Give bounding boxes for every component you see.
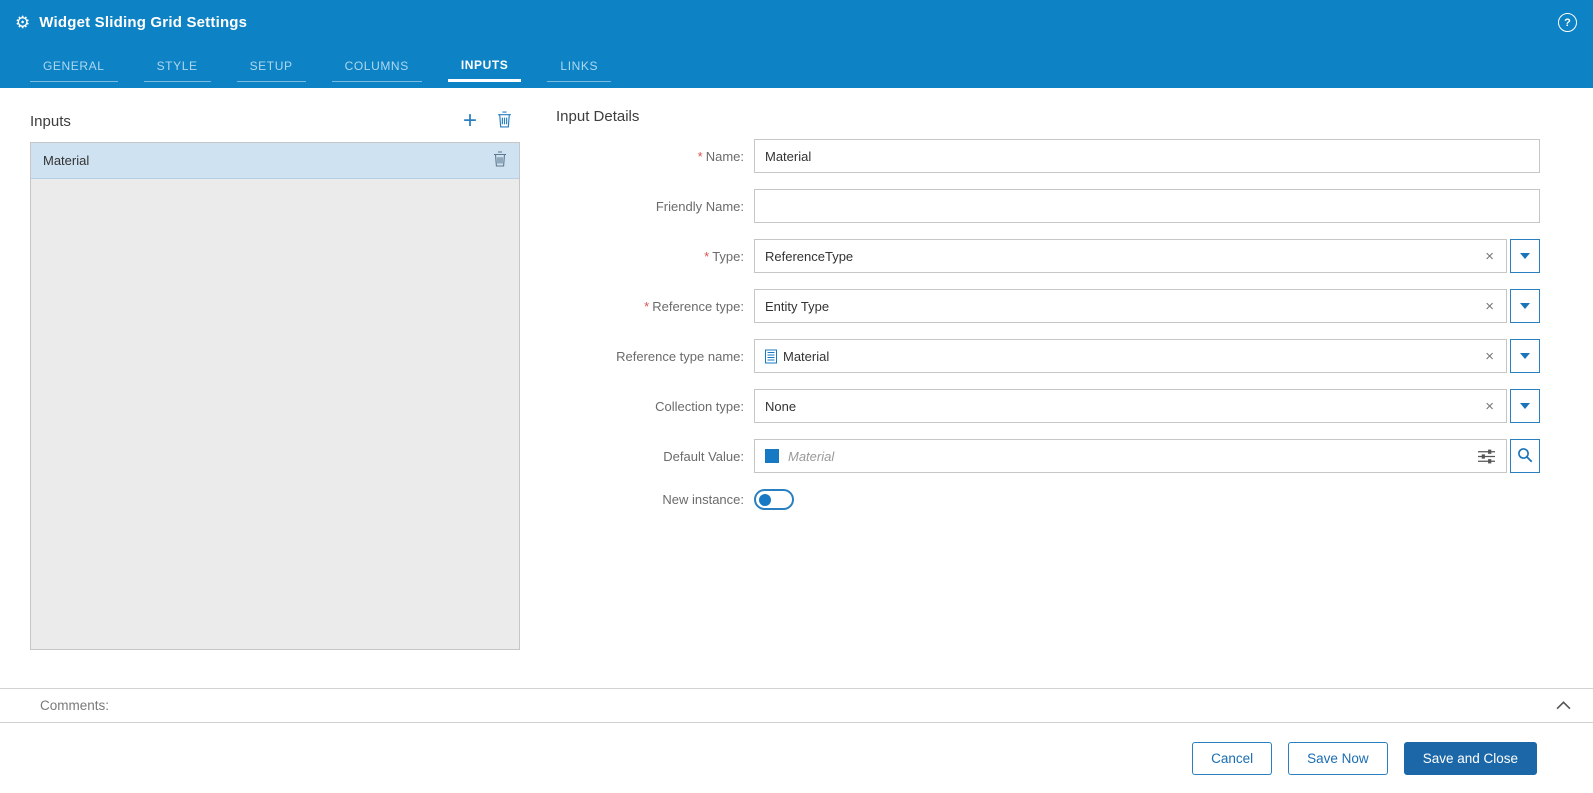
tab-bar: GENERAL STYLE SETUP COLUMNS INPUTS LINKS	[0, 44, 1593, 82]
reference-type-name-combo: Material ×	[754, 339, 1540, 373]
chevron-up-icon	[1556, 698, 1571, 713]
help-icon: ?	[1564, 16, 1571, 29]
filter-sliders-icon[interactable]	[1476, 449, 1497, 464]
form-row-reference-type: * Reference type: Entity Type ×	[556, 289, 1540, 323]
reference-type-combo-box[interactable]: Entity Type ×	[754, 289, 1507, 323]
default-value-placeholder: Material	[788, 448, 835, 464]
collection-type-combo-box[interactable]: None ×	[754, 389, 1507, 423]
tab-inputs[interactable]: INPUTS	[447, 50, 522, 82]
list-item-material[interactable]: Material	[31, 143, 519, 179]
label-text: Reference type name:	[616, 348, 744, 364]
label-text: Friendly Name:	[655, 198, 744, 214]
collection-type-combo: None ×	[754, 389, 1540, 423]
reference-type-dropdown-button[interactable]	[1510, 289, 1540, 323]
entity-type-swatch-icon	[765, 449, 779, 463]
save-now-button[interactable]: Save Now	[1288, 741, 1388, 775]
required-marker: *	[704, 248, 710, 264]
default-value-field[interactable]: Material	[754, 439, 1507, 473]
form-row-reference-type-name: Reference type name: Material ×	[556, 339, 1540, 373]
collection-type-value: None	[765, 398, 797, 414]
inputs-list: Material	[30, 142, 520, 650]
name-label: * Name:	[556, 149, 754, 164]
label-text: New instance:	[662, 492, 744, 507]
clear-icon[interactable]: ×	[1479, 399, 1500, 414]
chevron-down-icon	[1520, 253, 1530, 259]
collection-type-label: Collection type:	[556, 399, 754, 414]
trash-icon	[497, 111, 512, 131]
add-input-button[interactable]: +	[463, 109, 477, 133]
name-field[interactable]	[754, 139, 1540, 173]
trash-icon	[493, 151, 507, 170]
search-icon	[1517, 447, 1533, 466]
clear-icon[interactable]: ×	[1479, 349, 1500, 364]
tab-columns[interactable]: COLUMNS	[331, 50, 422, 82]
new-instance-toggle[interactable]	[754, 489, 794, 510]
list-item-label: Material	[43, 153, 90, 168]
reference-type-name-label: Reference type name:	[556, 349, 754, 364]
widget-settings-dialog: ⚙ Widget Sliding Grid Settings ? GENERAL…	[0, 0, 1593, 793]
collection-type-dropdown-button[interactable]	[1510, 389, 1540, 423]
entity-document-icon	[765, 349, 777, 364]
default-value-picker: Material	[754, 439, 1540, 473]
title-row: ⚙ Widget Sliding Grid Settings	[0, 0, 1593, 44]
label-text: Name:	[705, 148, 744, 164]
help-button[interactable]: ?	[1558, 13, 1577, 32]
search-entity-button[interactable]	[1510, 439, 1540, 473]
type-value: ReferenceType	[765, 248, 854, 264]
reference-type-name-value: Material	[783, 348, 830, 364]
chevron-down-icon	[1520, 353, 1530, 359]
comments-label: Comments:	[40, 698, 110, 713]
comments-bar: Comments:	[0, 688, 1593, 723]
clear-icon[interactable]: ×	[1479, 299, 1500, 314]
form-row-collection-type: Collection type: None ×	[556, 389, 1540, 423]
label-text: Reference type:	[652, 298, 744, 314]
form-row-friendly-name: Friendly Name:	[556, 189, 1540, 223]
dialog-header: ⚙ Widget Sliding Grid Settings ? GENERAL…	[0, 0, 1593, 88]
tab-setup[interactable]: SETUP	[236, 50, 306, 82]
toggle-knob	[759, 493, 771, 506]
main-content: Inputs + Material Input Details * Name: …	[0, 88, 1593, 688]
default-value-label: Default Value:	[556, 449, 754, 464]
inputs-panel-title: Inputs	[30, 112, 71, 130]
label-text: Default Value:	[663, 448, 744, 464]
inputs-panel-header: Inputs +	[30, 106, 520, 136]
form-row-new-instance: New instance:	[556, 489, 1540, 510]
form-row-name: * Name:	[556, 139, 1540, 173]
reference-type-value: Entity Type	[765, 298, 830, 314]
form-row-default-value: Default Value: Material	[556, 439, 1540, 473]
reference-type-name-combo-box[interactable]: Material ×	[754, 339, 1507, 373]
gear-icon: ⚙	[15, 12, 31, 32]
chevron-down-icon	[1520, 403, 1530, 409]
reference-type-name-dropdown-button[interactable]	[1510, 339, 1540, 373]
cancel-button[interactable]: Cancel	[1192, 741, 1273, 775]
reference-type-label: * Reference type:	[556, 299, 754, 314]
required-marker: *	[697, 148, 703, 164]
action-bar: Cancel Save Now Save and Close	[0, 723, 1593, 793]
inputs-panel: Inputs + Material	[30, 106, 520, 688]
friendly-name-field[interactable]	[754, 189, 1540, 223]
tab-links[interactable]: LINKS	[547, 50, 612, 82]
tab-general[interactable]: GENERAL	[30, 50, 118, 82]
dialog-title: Widget Sliding Grid Settings	[39, 13, 248, 31]
collapse-comments-button[interactable]	[1556, 698, 1571, 713]
type-combo: ReferenceType ×	[754, 239, 1540, 273]
tab-style[interactable]: STYLE	[143, 50, 211, 82]
chevron-down-icon	[1520, 303, 1530, 309]
required-marker: *	[644, 298, 650, 314]
input-details-title: Input Details	[556, 108, 640, 125]
reference-type-combo: Entity Type ×	[754, 289, 1540, 323]
friendly-name-label: Friendly Name:	[556, 199, 754, 214]
type-label: * Type:	[556, 249, 754, 264]
form-row-type: * Type: ReferenceType ×	[556, 239, 1540, 273]
label-text: Type:	[712, 248, 744, 264]
type-dropdown-button[interactable]	[1510, 239, 1540, 273]
new-instance-label: New instance:	[556, 492, 754, 507]
type-combo-box[interactable]: ReferenceType ×	[754, 239, 1507, 273]
clear-icon[interactable]: ×	[1479, 249, 1500, 264]
input-details-panel: Input Details *Name: Friendly Name:	[556, 106, 1540, 688]
delete-row-button[interactable]	[493, 151, 507, 170]
save-and-close-button[interactable]: Save and Close	[1403, 741, 1537, 775]
label-text: Collection type:	[655, 398, 744, 414]
delete-input-button[interactable]	[497, 111, 512, 131]
